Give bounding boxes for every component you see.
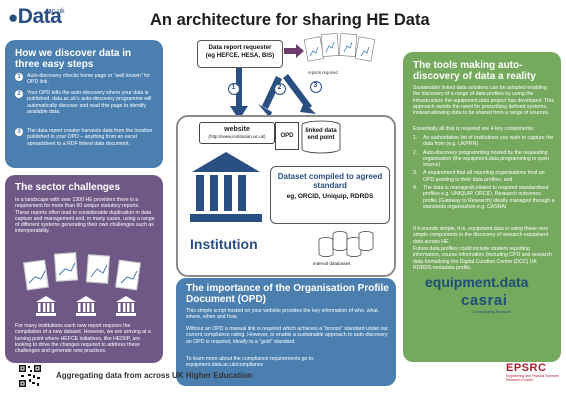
components-list: 1. An authoritative list of institutions … [413,135,555,212]
sector-intro: In a landscape with over 1300 HE provide… [15,197,155,235]
opd-document: OPD [275,122,299,150]
equipment-data-logo: equipment.data [425,274,529,290]
dataset-examples: eg, ORCID, Uniquip, RDRDS [286,193,374,200]
opd-importance-panel: The importance of the Organisation Profi… [176,278,396,386]
list-item-text: The data is managed/collated to required… [423,185,555,210]
requester-title: Data report requester [208,44,272,51]
arrow-number-1: 1 [228,82,240,100]
institution-icon [76,296,96,316]
website-box: website (http://www.institution.ac.uk) [199,122,275,144]
data-report-requester-box: Data report requester (eg HEFCE, HESA, B… [197,40,283,68]
discover-step-3: 3 The data report creator harvests data … [15,128,157,147]
discover-step-1: 1 Auto-discovery checks home page or “we… [15,73,157,86]
list-item-number: 4. [413,185,418,192]
internal-databases-icon [318,231,374,257]
list-item: 2. Auto-discovery programming hosted by t… [413,150,555,169]
tools-paragraph-1: Sustainable linked data solutions can be… [413,85,554,117]
linked-data-endpoint: linked data end point [299,120,343,154]
importance-paragraph-1: This simple script hosted on your websit… [186,308,380,321]
arrow-number-label: 2 [277,83,282,91]
list-item: 4. The data is managed/collated to requir… [413,185,555,210]
opd-label: OPD [280,133,294,139]
list-item: 3. A requirement that all reporting organ… [413,170,555,183]
list-item-number: 1. [413,135,418,141]
step-text: Your OPD tells the auto-discovery where … [27,90,152,115]
step-text: The data report creator harvests data fr… [27,128,153,147]
logo-icon: ● [8,8,18,27]
institution-label: Institution [190,236,258,252]
sector-title: The sector challenges [15,182,121,193]
dataset-title: Dataset compiled to agreed standard [277,172,383,190]
list-item-text: A requirement that all reporting organis… [423,170,545,183]
list-item-text: Auto-discovery programming hosted by the… [423,149,550,169]
tools-paragraph-4: Future data profiles could include stude… [413,246,552,271]
discover-panel: How we discover data in three easy steps… [5,40,163,168]
tools-paragraph-3: If it sounds simple, it is. equipment.da… [413,226,549,245]
epsrc-name: EPSRC [506,362,547,374]
casrai-logo: casrai [461,292,508,309]
importance-title: The importance of the Organisation Profi… [186,283,389,305]
internal-databases-label: internal databases [313,261,351,266]
list-item-number: 3. [413,170,418,177]
step-number: 3 [15,128,23,136]
chart-sketch-icon [28,262,138,284]
importance-paragraph-2: Without an OPD a manual link is required… [186,326,389,345]
arrow-number-label: 1 [231,83,236,91]
sector-outro: For many institutions each new report re… [15,323,151,355]
arrow-to-reports-icon [284,44,304,58]
qr-code-icon [18,364,42,388]
institution-icons-row [35,295,137,317]
epsrc-logo: EPSRC Engineering and Physical Sciences … [506,362,562,382]
linked-data-label: linked data end point [305,128,337,141]
footer-tagline: Aggregating data from across UK Higher E… [56,371,253,380]
importance-paragraph-3: To learn more about the compliance requi… [186,356,315,369]
arrow-number-label: 3 [313,81,318,89]
discover-title: How we discover data in three easy steps [15,48,132,70]
step-number: 1 [15,73,23,81]
logo-subtext: .ac.uk [46,8,65,15]
tools-paragraph-2: Essentially all that is required are 4 k… [413,126,535,132]
website-url: (http://www.institution.ac.uk) [208,134,266,139]
casrai-tagline: Consolidating Research [473,310,512,314]
report-documents-illustration [23,247,143,291]
institution-building-icon [190,152,262,222]
list-item-number: 2. [413,149,418,156]
list-item: 1. An authoritative list of institutions … [413,135,555,148]
website-label: website [224,126,250,133]
requester-examples: (eg HEFCE, HESA, BIS) [205,51,275,59]
page-title: An architecture for sharing HE Data [150,11,430,29]
institution-icon [116,296,136,316]
dataset-compiled-box: Dataset compiled to agreed standard eg, … [270,166,390,224]
tools-title: The tools making auto-discovery of data … [413,60,536,82]
discover-step-2: 2 Your OPD tells the auto-discovery wher… [15,90,157,115]
institution-icon [36,296,56,316]
step-number: 2 [15,90,23,98]
data-ac-uk-logo: ●Data .ac.uk [8,6,68,32]
arrow-number-2: 2 [274,82,286,100]
tools-panel: The tools making auto-discovery of data … [403,52,561,362]
epsrc-fullname: Engineering and Physical Sciences Resear… [506,374,559,382]
step-text: Auto-discovery checks home page or “well… [27,73,151,86]
list-item-text: An authoritative list of institutions yo… [423,135,554,148]
reports-documents-icon [303,33,376,62]
arrow-number-3: 3 [310,80,322,98]
sector-challenges-panel: The sector challenges In a landscape wit… [5,175,163,363]
